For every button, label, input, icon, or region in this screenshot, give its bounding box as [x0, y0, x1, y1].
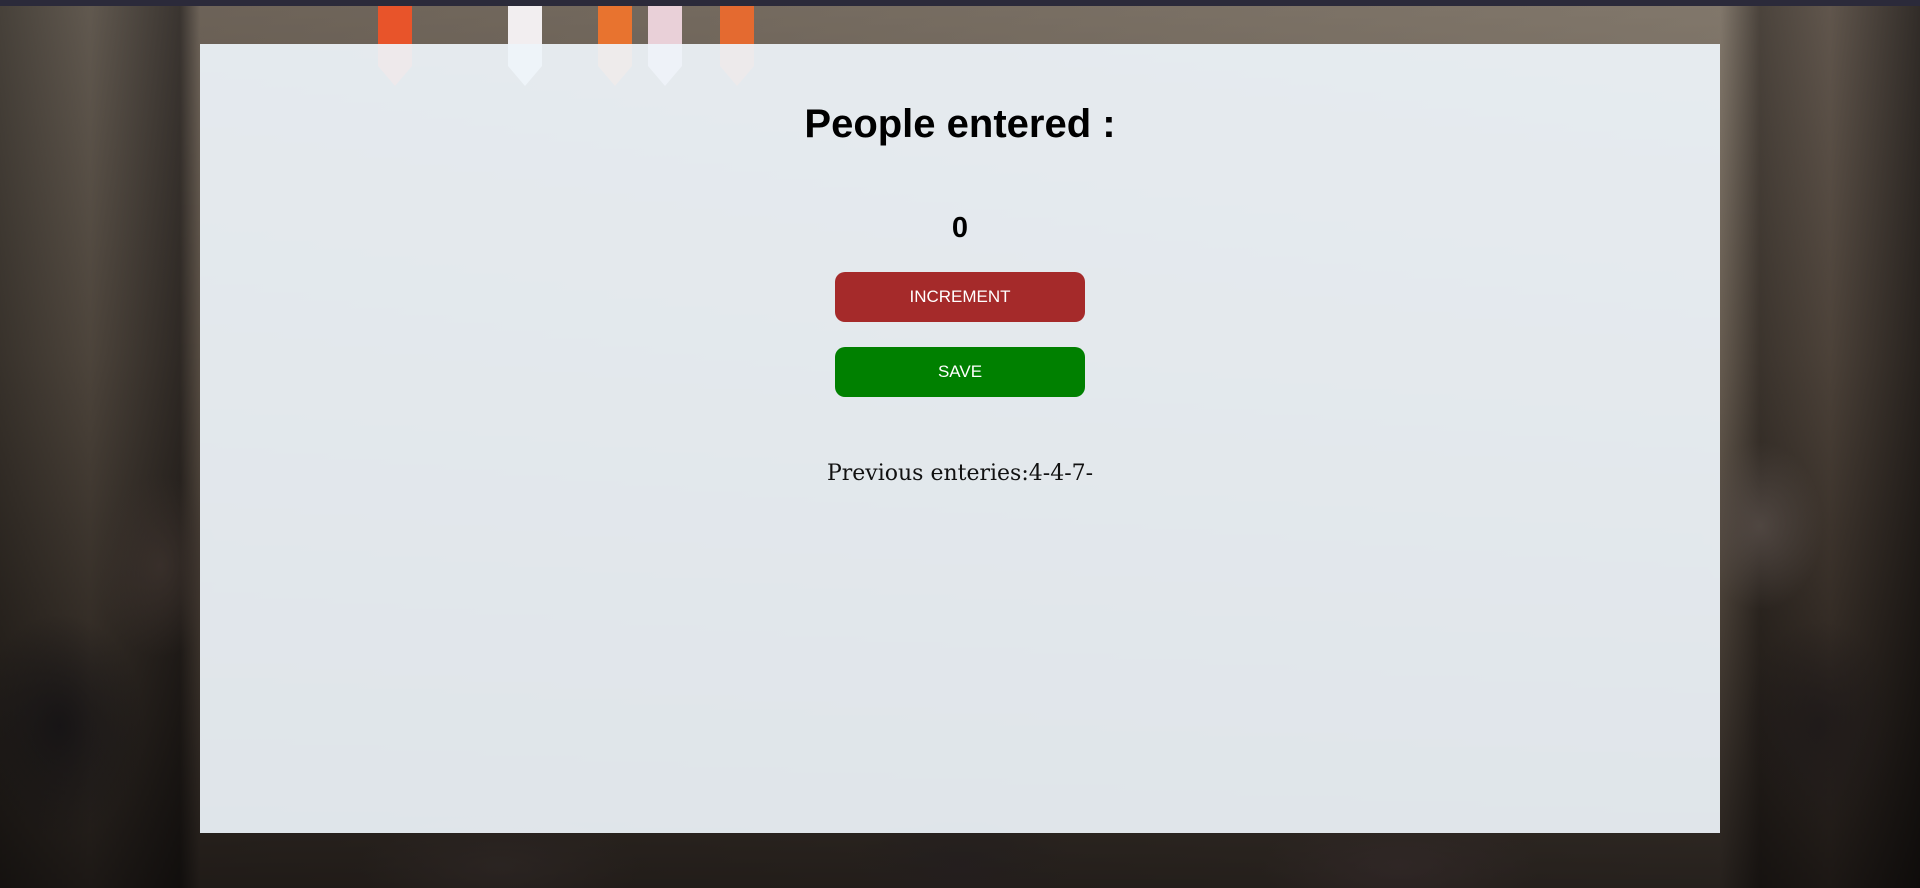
counter-panel: [200, 44, 1720, 833]
people-count: 0: [951, 212, 969, 244]
save-button[interactable]: SAVE: [835, 347, 1085, 397]
increment-button[interactable]: INCREMENT: [835, 272, 1085, 322]
previous-entries-text: Previous enteries:4-4-7-: [826, 461, 1094, 486]
page-title: People entered :: [804, 102, 1116, 146]
